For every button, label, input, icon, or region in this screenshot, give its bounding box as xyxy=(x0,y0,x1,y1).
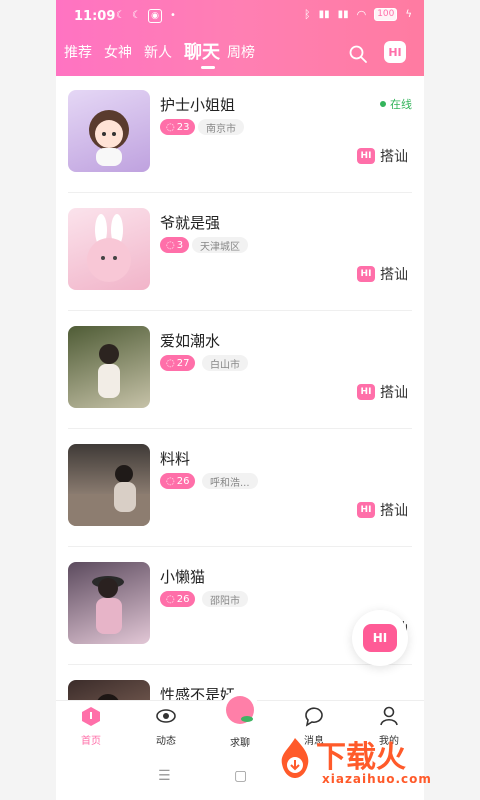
girl-beach-photo-image xyxy=(68,465,150,526)
home-icon xyxy=(82,707,100,726)
cartoon-girl-image xyxy=(89,110,129,166)
greet-label: 搭讪 xyxy=(380,149,408,165)
greet-button[interactable]: HI 搭讪 xyxy=(357,500,408,520)
online-dot-icon xyxy=(380,101,386,107)
list-item[interactable]: 料料 ◌ 26 呼和浩... HI 搭讪 xyxy=(68,430,412,547)
chat-bubble-icon: ◌ xyxy=(166,357,175,369)
user-name: 爱如潮水 xyxy=(160,332,221,350)
avatar[interactable] xyxy=(68,680,150,700)
message-count-badge: ◌ 27 xyxy=(160,355,196,371)
peach-icon xyxy=(221,690,259,728)
city-tag: 呼和浩... xyxy=(202,473,258,489)
status-time: 11:09 xyxy=(74,9,116,24)
watermark: 下载火 xiazaihuo.com xyxy=(270,728,440,792)
hi-icon: HI xyxy=(363,624,397,652)
moon-icon: ☾ xyxy=(116,10,125,21)
message-count-badge: ◌ 26 xyxy=(160,591,196,607)
hi-icon: HI xyxy=(357,384,375,400)
avatar[interactable] xyxy=(68,562,150,644)
tab-moments[interactable]: 动态 xyxy=(131,705,201,747)
user-list: 护士小姐姐 在线 ◌ 23 南京市 HI 搭讪 爷就是强 ◌ 3 天津城区 HI… xyxy=(56,76,424,700)
charging-icon: ϟ xyxy=(405,9,412,20)
battery-icon: 100 xyxy=(374,8,398,21)
watermark-url: xiazaihuo.com xyxy=(322,772,432,786)
menu-icon[interactable]: ☰ xyxy=(158,768,171,784)
online-status: 在线 xyxy=(380,96,412,112)
signal-icon: ▮▮ xyxy=(318,9,330,20)
girl-photo-image xyxy=(97,694,119,700)
status-icons: ᛒ ▮▮ ▮▮ ◠ 100 ϟ xyxy=(304,8,412,21)
bunny-plush-image xyxy=(87,214,131,282)
avatar[interactable] xyxy=(68,326,150,408)
girl-photo-image xyxy=(98,344,120,398)
wifi-icon: ◠ xyxy=(356,8,367,21)
user-name: 爷就是强 xyxy=(160,214,221,232)
tab-goddess[interactable]: 女神 xyxy=(104,42,132,62)
hi-icon: HI xyxy=(357,266,375,282)
chat-bubble-icon: ◌ xyxy=(166,475,175,487)
search-icon xyxy=(349,45,367,63)
phone-screen: 11:09 ☾ ☾ ◉ • ᛒ ▮▮ ▮▮ ◠ 100 ϟ 推荐 女神 新人 聊… xyxy=(56,0,424,800)
bluetooth-icon: ᛒ xyxy=(303,8,311,21)
avatar[interactable] xyxy=(68,208,150,290)
message-icon xyxy=(305,707,323,727)
greet-label: 搭讪 xyxy=(380,503,408,519)
status-bar: 11:09 ☾ ☾ ◉ • ᛒ ▮▮ ▮▮ ◠ 100 ϟ xyxy=(56,0,424,32)
dot-icon: • xyxy=(170,10,176,21)
city-tag: 天津城区 xyxy=(192,237,248,253)
city-tag: 南京市 xyxy=(198,119,244,135)
tab-chat[interactable]: 聊天 xyxy=(184,38,220,64)
greet-label: 搭讪 xyxy=(380,267,408,283)
greet-button[interactable]: HI 搭讪 xyxy=(357,146,408,166)
greet-button[interactable]: HI 搭讪 xyxy=(357,382,408,402)
tab-newcomer[interactable]: 新人 xyxy=(144,42,172,62)
signal-icon: ▮▮ xyxy=(337,9,349,20)
app-header: 11:09 ☾ ☾ ◉ • ᛒ ▮▮ ▮▮ ◠ 100 ϟ 推荐 女神 新人 聊… xyxy=(56,0,424,76)
user-name: 护士小姐姐 xyxy=(160,96,236,114)
avatar[interactable] xyxy=(68,444,150,526)
user-name: 小懒猫 xyxy=(160,568,206,586)
moon-icon: ☾ xyxy=(132,10,141,21)
tab-recommend[interactable]: 推荐 xyxy=(64,42,92,62)
hi-button[interactable]: HI xyxy=(384,41,406,63)
message-count-badge: ◌ 3 xyxy=(160,237,190,253)
list-item[interactable]: 爱如潮水 ◌ 27 白山市 HI 搭讪 xyxy=(68,312,412,429)
chat-bubble-icon: ◌ xyxy=(166,593,175,605)
watermark-title: 下载火 xyxy=(316,740,406,775)
chat-bubble-icon: ◌ xyxy=(166,239,175,251)
hi-icon: HI xyxy=(357,148,375,164)
flame-logo-icon xyxy=(281,738,309,778)
floating-hi-button[interactable]: HI xyxy=(352,610,408,666)
chat-bubble-icon: ◌ xyxy=(166,121,175,133)
list-item[interactable]: 护士小姐姐 在线 ◌ 23 南京市 HI 搭讪 xyxy=(68,76,412,193)
greet-button[interactable]: HI 搭讪 xyxy=(357,264,408,284)
user-icon xyxy=(380,706,398,726)
list-item[interactable]: 爷就是强 ◌ 3 天津城区 HI 搭讪 xyxy=(68,194,412,311)
tab-home[interactable]: 首页 xyxy=(56,705,126,747)
greet-label: 搭讪 xyxy=(380,385,408,401)
user-name: 料料 xyxy=(160,450,191,468)
hi-icon: HI xyxy=(357,502,375,518)
tab-weekly[interactable]: 周榜 xyxy=(227,42,255,62)
avatar[interactable] xyxy=(68,90,150,172)
home-square-icon[interactable]: ▢ xyxy=(234,768,247,784)
city-tag: 白山市 xyxy=(202,355,248,371)
active-tab-indicator xyxy=(201,66,215,69)
message-count-badge: ◌ 26 xyxy=(160,473,196,489)
girl-hat-photo-image xyxy=(92,576,124,634)
eye-icon xyxy=(156,709,176,723)
app-notification-icon: ◉ xyxy=(148,9,162,23)
city-tag: 邵阳市 xyxy=(202,591,248,607)
message-count-badge: ◌ 23 xyxy=(160,119,196,135)
search-button[interactable] xyxy=(348,44,368,64)
tab-ask-chat[interactable]: 求聊 xyxy=(205,689,275,749)
